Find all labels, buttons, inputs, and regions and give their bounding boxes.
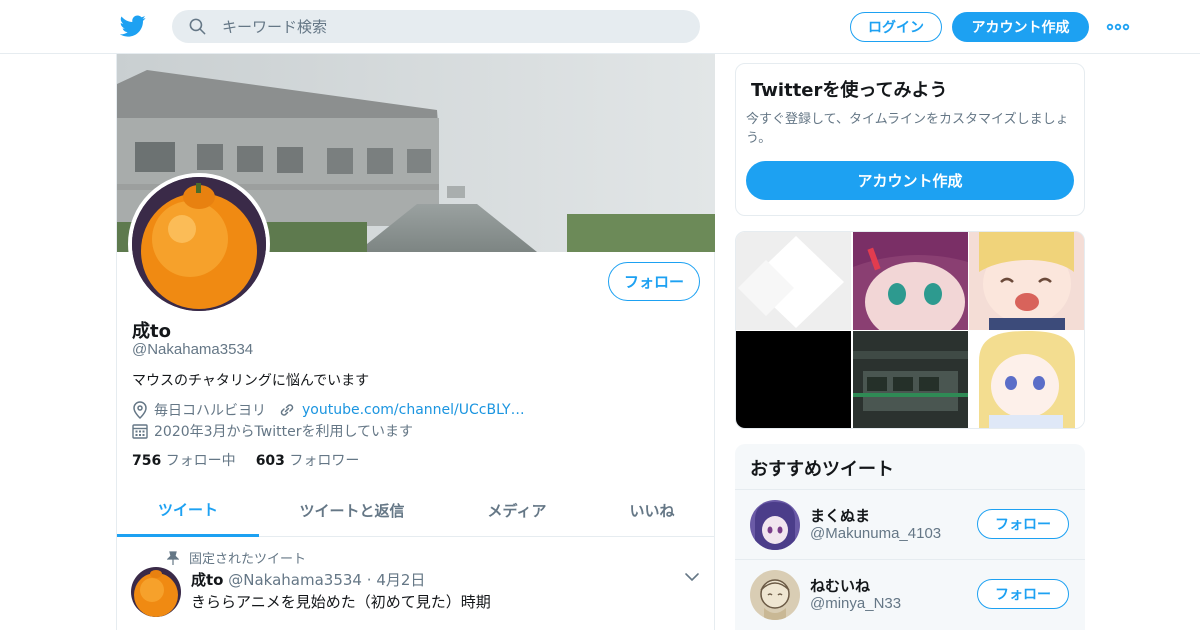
search-input[interactable]	[222, 10, 682, 43]
calendar-icon	[132, 424, 148, 439]
orange-fruit-image	[132, 177, 266, 311]
tweet-text: きららアニメを見始めた（初めて見た）時期	[191, 593, 491, 611]
user-avatar[interactable]	[750, 570, 800, 620]
media-image	[853, 232, 968, 330]
search-bar[interactable]	[172, 10, 700, 43]
following-count-link[interactable]: 756 フォロー中	[132, 450, 236, 470]
recommended-user[interactable]: ねむいね @minya_N33 フォロー	[735, 559, 1085, 629]
more-dots-icon[interactable]	[1106, 17, 1130, 37]
media-thumbnail[interactable]	[969, 232, 1084, 330]
follow-button[interactable]: フォロー	[977, 509, 1069, 539]
user-name[interactable]: ねむいね	[810, 575, 870, 596]
profile-name: 成to	[132, 321, 171, 342]
media-image	[969, 232, 1084, 330]
profile-joined: 2020年3月からTwitterを利用しています	[154, 424, 414, 440]
media-thumbnail[interactable]	[853, 331, 968, 428]
tweet-date[interactable]: 4月2日	[376, 571, 425, 589]
media-thumbnail[interactable]	[736, 331, 851, 428]
profile-meta-row: 毎日コハルビヨリ youtube.com/channel/UCcBLY…	[132, 400, 525, 420]
tab-likes[interactable]: いいね	[597, 484, 707, 537]
link-icon	[280, 404, 294, 416]
tweet-header: 成to @Nakahama3534 · 4月2日	[191, 571, 426, 589]
follow-button[interactable]: フォロー	[608, 262, 700, 301]
profile-location: 毎日コハルビヨリ	[154, 403, 266, 419]
user-avatar-image	[750, 500, 800, 550]
user-avatar[interactable]	[750, 500, 800, 550]
follow-button[interactable]: フォロー	[977, 579, 1069, 609]
twitter-bird-icon[interactable]	[120, 13, 146, 39]
profile-column: フォロー 成to @Nakahama3534 マウスのチャタリングに悩んでいます…	[116, 54, 715, 630]
recommended-tweets: おすすめツイート まくぬま @Makunuma_4103 フォロー ねむいね @…	[735, 444, 1085, 630]
top-bar: ログイン アカウント作成	[0, 0, 1200, 54]
recommended-user[interactable]: まくぬま @Makunuma_4103 フォロー	[735, 489, 1085, 559]
search-icon	[189, 18, 206, 35]
media-thumbnail[interactable]	[736, 232, 851, 330]
profile-avatar[interactable]	[128, 173, 270, 315]
tab-tweets[interactable]: ツイート	[117, 484, 259, 537]
login-button[interactable]: ログイン	[850, 12, 942, 42]
profile-bio: マウスのチャタリングに悩んでいます	[132, 373, 370, 389]
chevron-down-icon[interactable]	[684, 569, 700, 585]
profile-website-link[interactable]: youtube.com/channel/UCcBLY…	[302, 402, 525, 418]
profile-tabs: ツイート ツイートと返信 メディア いいね	[117, 484, 715, 537]
pin-icon	[167, 550, 179, 565]
signup-card-title: Twitterを使ってみよう	[751, 80, 948, 101]
tab-tweets-and-replies[interactable]: ツイートと返信	[282, 484, 422, 537]
location-pin-icon	[133, 401, 147, 419]
recommended-title: おすすめツイート	[750, 459, 894, 480]
user-avatar-image	[750, 570, 800, 620]
signup-card-description: 今すぐ登録して、タイムラインをカスタマイズしましょう。	[746, 112, 1069, 146]
pinned-label: 固定されたツイート	[167, 548, 306, 567]
pinned-tweet[interactable]: 固定されたツイート 成to @Nakahama3534 · 4月2日 きららアニ…	[117, 537, 715, 630]
profile-handle: @Nakahama3534	[132, 341, 254, 358]
follow-counts: 756 フォロー中 603 フォロワー	[132, 450, 359, 470]
media-grid	[735, 231, 1085, 429]
signup-card-button[interactable]: アカウント作成	[746, 161, 1074, 200]
profile-joined-row: 2020年3月からTwitterを利用しています	[132, 421, 413, 441]
tweet-author[interactable]: 成to	[191, 571, 223, 589]
tab-media[interactable]: メディア	[457, 484, 577, 537]
followers-count-link[interactable]: 603 フォロワー	[256, 450, 360, 470]
user-handle[interactable]: @minya_N33	[810, 595, 901, 612]
media-thumbnail[interactable]	[969, 331, 1084, 428]
media-thumbnail[interactable]	[853, 232, 968, 330]
tweet-handle[interactable]: @Nakahama3534	[228, 571, 362, 589]
user-handle[interactable]: @Makunuma_4103	[810, 525, 941, 542]
media-image	[853, 331, 968, 428]
media-image	[738, 236, 844, 328]
signup-button[interactable]: アカウント作成	[952, 12, 1089, 42]
signup-card: Twitterを使ってみよう 今すぐ登録して、タイムラインをカスタマイズしましょ…	[735, 63, 1085, 216]
tweet-avatar[interactable]	[131, 567, 181, 617]
orange-fruit-image	[131, 567, 181, 617]
user-name[interactable]: まくぬま	[810, 505, 870, 526]
media-image	[969, 331, 1084, 428]
